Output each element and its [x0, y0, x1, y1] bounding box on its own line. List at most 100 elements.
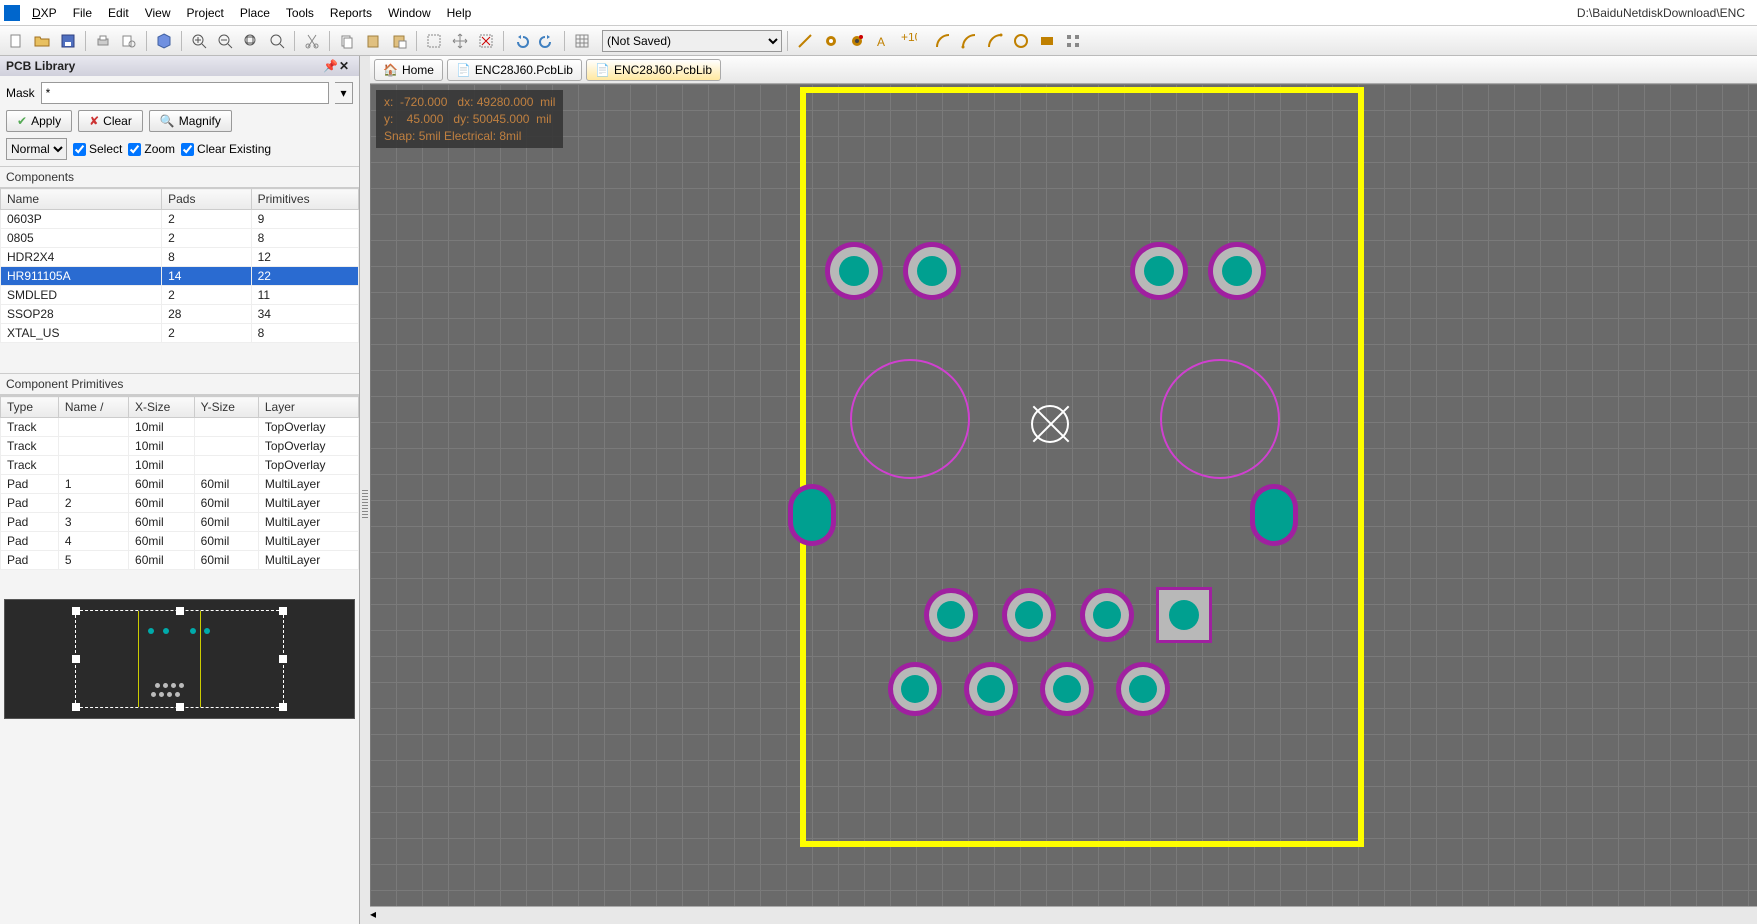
tab-home[interactable]: 🏠Home	[374, 59, 443, 81]
table-row[interactable]: Track10milTopOverlay	[1, 456, 359, 475]
menu-reports[interactable]: Reports	[322, 2, 380, 24]
arc2-icon[interactable]	[957, 29, 981, 53]
table-row[interactable]: Pad160mil60milMultiLayer	[1, 475, 359, 494]
arc3-icon[interactable]	[983, 29, 1007, 53]
copy-icon[interactable]	[335, 29, 359, 53]
menu-tools[interactable]: Tools	[278, 2, 322, 24]
arc1-icon[interactable]	[931, 29, 955, 53]
move-icon[interactable]	[448, 29, 472, 53]
pad[interactable]	[1208, 242, 1266, 300]
close-panel-icon[interactable]: ✕	[339, 59, 353, 73]
clearex-checkbox[interactable]: Clear Existing	[181, 142, 271, 156]
title-path: D:\BaiduNetdiskDownload\ENC	[1577, 6, 1745, 20]
menu-window[interactable]: Window	[380, 2, 439, 24]
save-icon[interactable]	[56, 29, 80, 53]
arc[interactable]	[1160, 359, 1280, 479]
pad[interactable]	[1040, 662, 1094, 716]
menu-help[interactable]: Help	[439, 2, 480, 24]
array-icon[interactable]	[1061, 29, 1085, 53]
zoom-out-icon[interactable]	[213, 29, 237, 53]
print-icon[interactable]	[91, 29, 115, 53]
menu-edit[interactable]: Edit	[100, 2, 137, 24]
circle-icon[interactable]	[1009, 29, 1033, 53]
grid-icon[interactable]	[570, 29, 594, 53]
via-tool-icon[interactable]	[845, 29, 869, 53]
zoom-checkbox[interactable]: Zoom	[128, 142, 175, 156]
menu-view[interactable]: View	[137, 2, 179, 24]
text-tool-icon[interactable]: A	[871, 29, 895, 53]
apply-button[interactable]: ✔Apply	[6, 110, 72, 132]
pin-icon[interactable]: 📌	[323, 59, 337, 73]
select-icon[interactable]	[422, 29, 446, 53]
table-row[interactable]: Track10milTopOverlay	[1, 437, 359, 456]
coords-hud: x: -720.000 dx: 49280.000 mil y: 45.000 …	[376, 90, 563, 148]
rect-icon[interactable]	[1035, 29, 1059, 53]
pad[interactable]	[1116, 662, 1170, 716]
pad-square[interactable]	[1156, 587, 1212, 643]
pcb-canvas[interactable]: x: -720.000 dx: 49280.000 mil y: 45.000 …	[370, 84, 1757, 906]
primitives-grid[interactable]: TypeName /X-SizeY-SizeLayer Track10milTo…	[0, 395, 359, 595]
arc[interactable]	[850, 359, 970, 479]
mask-dropdown-icon[interactable]: ▾	[335, 82, 353, 104]
pad[interactable]	[1130, 242, 1188, 300]
menu-place[interactable]: Place	[232, 2, 278, 24]
component-thumbnail	[4, 599, 355, 719]
h-scrollbar[interactable]: ◂	[370, 906, 1757, 924]
pad-tool-icon[interactable]	[819, 29, 843, 53]
zoom-in-icon[interactable]	[187, 29, 211, 53]
table-row[interactable]: Pad360mil60milMultiLayer	[1, 513, 359, 532]
zoom-sel-icon[interactable]	[265, 29, 289, 53]
pad[interactable]	[1002, 588, 1056, 642]
line-tool-icon[interactable]	[793, 29, 817, 53]
pad[interactable]	[825, 242, 883, 300]
menu-file[interactable]: File	[65, 2, 100, 24]
open-icon[interactable]	[30, 29, 54, 53]
preview-icon[interactable]	[117, 29, 141, 53]
zoom-fit-icon[interactable]	[239, 29, 263, 53]
mask-input[interactable]	[41, 82, 329, 104]
table-row[interactable]: 0603P29	[1, 210, 359, 229]
pad[interactable]	[1250, 484, 1298, 546]
undo-icon[interactable]	[509, 29, 533, 53]
table-row[interactable]: Pad460mil60milMultiLayer	[1, 532, 359, 551]
pad[interactable]	[903, 242, 961, 300]
components-grid[interactable]: NamePadsPrimitives 0603P29080528HDR2X481…	[0, 188, 359, 343]
svg-text:A: A	[877, 35, 885, 49]
splitter[interactable]	[360, 56, 370, 924]
table-row[interactable]: Pad560mil60milMultiLayer	[1, 551, 359, 570]
table-row[interactable]: SMDLED211	[1, 286, 359, 305]
table-row[interactable]: HR911105A1422	[1, 267, 359, 286]
pad[interactable]	[888, 662, 942, 716]
paste-icon[interactable]	[361, 29, 385, 53]
pad[interactable]	[1080, 588, 1134, 642]
pad[interactable]	[788, 484, 836, 546]
mask-label: Mask	[6, 86, 35, 100]
deselect-icon[interactable]	[474, 29, 498, 53]
svg-text:+10,10: +10,10	[901, 33, 917, 44]
app-logo-icon	[4, 5, 20, 21]
cut-icon[interactable]	[300, 29, 324, 53]
table-row[interactable]: Track10milTopOverlay	[1, 418, 359, 437]
table-row[interactable]: XTAL_US28	[1, 324, 359, 343]
table-row[interactable]: SSOP282834	[1, 305, 359, 324]
tab-pcblib-1[interactable]: 📄ENC28J60.PcbLib	[447, 59, 582, 81]
paste2-icon[interactable]	[387, 29, 411, 53]
layer-combo[interactable]: (Not Saved)	[602, 30, 782, 52]
menu-dxp[interactable]: DXP	[24, 2, 65, 24]
pad[interactable]	[924, 588, 978, 642]
magnify-button[interactable]: 🔍Magnify	[149, 110, 232, 132]
table-row[interactable]: Pad260mil60milMultiLayer	[1, 494, 359, 513]
redo-icon[interactable]	[535, 29, 559, 53]
select-checkbox[interactable]: Select	[73, 142, 122, 156]
table-row[interactable]: HDR2X4812	[1, 248, 359, 267]
new-icon[interactable]	[4, 29, 28, 53]
mode-combo[interactable]: Normal	[6, 138, 67, 160]
clear-button[interactable]: ✘Clear	[78, 110, 143, 132]
pad[interactable]	[964, 662, 1018, 716]
tab-pcblib-2[interactable]: 📄ENC28J60.PcbLib	[586, 59, 721, 81]
table-row[interactable]: 080528	[1, 229, 359, 248]
coord-tool-icon[interactable]: +10,10	[897, 29, 921, 53]
menu-project[interactable]: Project	[179, 2, 232, 24]
menu-bar: DXP File Edit View Project Place Tools R…	[0, 0, 1757, 26]
cube-icon[interactable]	[152, 29, 176, 53]
